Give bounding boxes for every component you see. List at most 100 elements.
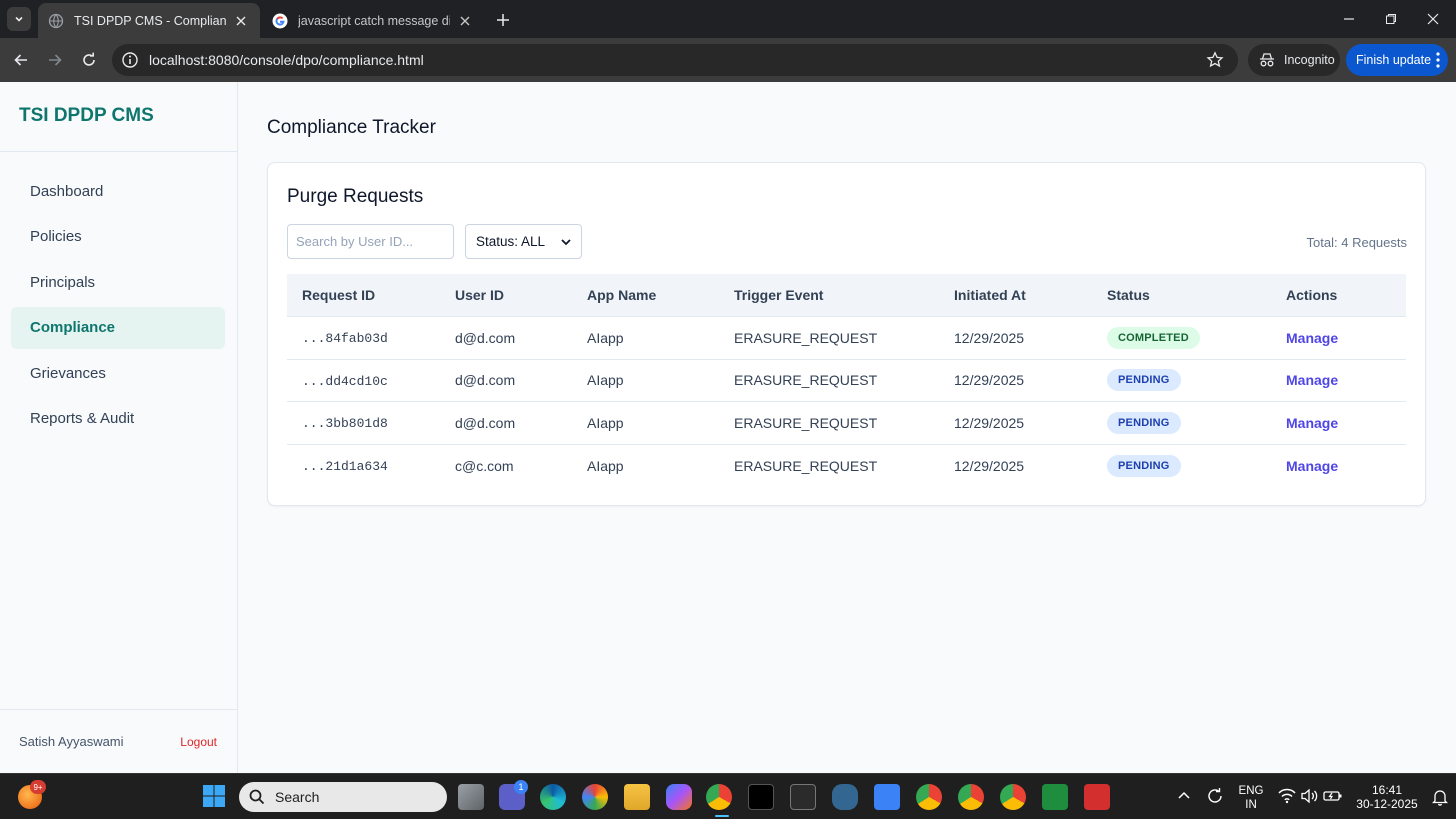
status-badge: PENDING	[1107, 369, 1181, 392]
initiated-at: 12/29/2025	[954, 457, 1025, 474]
restore-button[interactable]	[1376, 6, 1406, 32]
manage-link[interactable]: Manage	[1286, 415, 1338, 431]
trigger-event: ERASURE_REQUEST	[734, 414, 878, 431]
column-header[interactable]: App Name	[587, 287, 734, 303]
sidebar-item-principals[interactable]: Principals	[11, 261, 225, 303]
manage-link[interactable]: Manage	[1286, 330, 1338, 346]
sidebar-item-reports-audit[interactable]: Reports & Audit	[11, 398, 225, 440]
sidebar-footer: Satish Ayyaswami Logout	[0, 709, 237, 773]
taskbar: 9+ Search 1 ENG IN 16:41 30-12-2025	[0, 773, 1456, 819]
brand-title: TSI DPDP CMS	[0, 82, 237, 152]
initiated-at: 12/29/2025	[954, 329, 1025, 346]
chrome-profile-icon[interactable]	[1000, 784, 1026, 810]
manage-link[interactable]: Manage	[1286, 372, 1338, 388]
app-name: AIapp	[587, 329, 624, 346]
column-header[interactable]: Initiated At	[954, 287, 1107, 303]
photos-icon[interactable]	[582, 784, 608, 810]
address-bar[interactable]: localhost:8080/console/dpo/compliance.ht…	[112, 44, 1238, 76]
terminal-icon[interactable]	[790, 784, 816, 810]
arrow-right-icon	[49, 54, 62, 66]
user-id: d@d.com	[455, 329, 516, 346]
chevron-up-icon[interactable]	[1178, 791, 1190, 799]
close-window-button[interactable]	[1418, 6, 1448, 32]
finish-update-button[interactable]: Finish update	[1346, 44, 1448, 76]
spreadsheet-icon[interactable]	[1042, 784, 1068, 810]
chevron-down-icon	[15, 16, 23, 22]
search-input[interactable]	[287, 224, 454, 259]
table-row: ...3bb801d8 d@d.com AIapp ERASURE_REQUES…	[287, 402, 1406, 445]
clock-time: 16:41	[1371, 783, 1403, 797]
taskbar-search-label: Search	[275, 789, 320, 805]
column-header[interactable]: Trigger Event	[734, 287, 954, 303]
close-tab-icon[interactable]	[456, 12, 474, 30]
column-header[interactable]: User ID	[455, 287, 587, 303]
sidebar-item-policies[interactable]: Policies	[11, 216, 225, 258]
table-header: Request ID User ID App Name Trigger Even…	[287, 274, 1406, 317]
sidebar-item-grievances[interactable]: Grievances	[11, 352, 225, 394]
reload-button[interactable]	[77, 48, 101, 72]
intellij-icon[interactable]	[748, 784, 774, 810]
column-header[interactable]: Request ID	[287, 287, 455, 303]
volume-icon[interactable]	[1300, 788, 1318, 804]
minimize-button[interactable]	[1334, 6, 1364, 32]
sync-icon[interactable]	[1206, 787, 1224, 805]
column-header[interactable]: Status	[1107, 287, 1286, 303]
active-app-indicator	[715, 815, 729, 817]
chrome-profile-icon[interactable]	[958, 784, 984, 810]
manage-link[interactable]: Manage	[1286, 458, 1338, 474]
widgets-badge: 9+	[30, 780, 46, 794]
status-filter-select[interactable]: Status: ALL	[465, 224, 582, 259]
language-indicator[interactable]: ENG IN	[1236, 784, 1266, 812]
status-badge: COMPLETED	[1107, 326, 1200, 349]
chrome-icon[interactable]	[706, 784, 732, 810]
status-badge: PENDING	[1107, 411, 1181, 434]
new-tab-button[interactable]	[492, 9, 514, 31]
logout-link[interactable]: Logout	[180, 735, 217, 749]
notepad-icon[interactable]	[874, 784, 900, 810]
request-id: ...dd4cd10c	[302, 373, 388, 389]
browser-tab-bar: TSI DPDP CMS - Compliance M javascript c…	[0, 0, 1456, 38]
task-view-icon[interactable]	[458, 784, 484, 810]
search-icon	[249, 789, 265, 805]
initiated-at: 12/29/2025	[954, 372, 1025, 389]
forward-button[interactable]	[43, 48, 67, 72]
back-button[interactable]	[9, 48, 33, 72]
page-title: Compliance Tracker	[267, 117, 436, 138]
table-row: ...dd4cd10c d@d.com AIapp ERASURE_REQUES…	[287, 360, 1406, 402]
user-id: d@d.com	[455, 372, 516, 389]
browser-toolbar: localhost:8080/console/dpo/compliance.ht…	[0, 38, 1456, 82]
close-tab-icon[interactable]	[232, 12, 250, 30]
postgres-icon[interactable]	[832, 784, 858, 810]
chrome-profile-icon[interactable]	[916, 784, 942, 810]
wifi-icon[interactable]	[1278, 788, 1296, 804]
edge-icon[interactable]	[540, 784, 566, 810]
user-name: Satish Ayyaswami	[19, 734, 124, 749]
file-explorer-icon[interactable]	[624, 784, 650, 810]
clock[interactable]: 16:41 30-12-2025	[1352, 783, 1422, 811]
copilot-icon[interactable]	[666, 784, 692, 810]
request-id: ...84fab03d	[302, 331, 388, 347]
battery-icon[interactable]	[1323, 788, 1343, 804]
acrobat-icon[interactable]	[1084, 784, 1110, 810]
request-id: ...3bb801d8	[302, 416, 388, 432]
windows-start-icon[interactable]	[202, 784, 228, 810]
tab-search-button[interactable]	[7, 7, 31, 31]
sidebar-item-compliance[interactable]: Compliance	[11, 306, 225, 349]
url-text: localhost:8080/console/dpo/compliance.ht…	[149, 52, 424, 68]
bookmark-star-icon[interactable]	[1206, 51, 1224, 69]
chevron-down-icon	[561, 238, 571, 245]
finish-update-label: Finish update	[1356, 53, 1432, 67]
info-icon[interactable]	[121, 51, 139, 69]
app-name: AIapp	[587, 372, 624, 389]
column-header[interactable]: Actions	[1286, 287, 1406, 303]
notification-bell-icon[interactable]	[1432, 788, 1448, 806]
purge-requests-table: Request ID User ID App Name Trigger Even…	[287, 274, 1406, 487]
table-row: ...21d1a634 c@c.com AIapp ERASURE_REQUES…	[287, 445, 1406, 488]
browser-tab[interactable]: javascript catch message displa	[262, 3, 484, 38]
sidebar-nav: Dashboard Policies Principals Compliance…	[0, 152, 237, 440]
request-id: ...21d1a634	[302, 459, 388, 475]
taskbar-search[interactable]: Search	[239, 782, 447, 812]
sidebar-item-dashboard[interactable]: Dashboard	[11, 170, 225, 212]
incognito-indicator[interactable]: Incognito	[1248, 44, 1340, 76]
browser-tab-active[interactable]: TSI DPDP CMS - Compliance M	[38, 3, 260, 38]
